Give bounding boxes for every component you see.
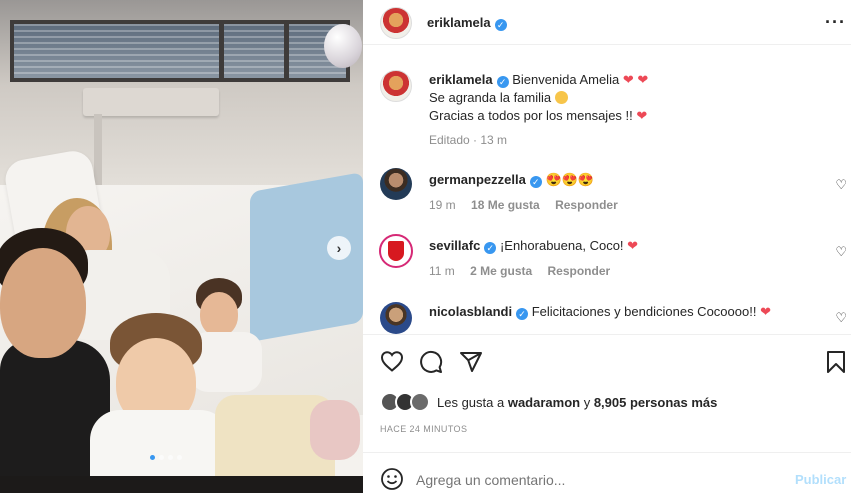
avatar (410, 392, 430, 412)
caption: eriklamela ✓ Bienvenida Amelia ❤ ❤ Se agr… (429, 71, 648, 149)
comment-username[interactable]: sevillafc (429, 238, 480, 253)
more-options-icon[interactable]: ··· (825, 12, 846, 33)
comment-likes[interactable]: 2 Me gusta (470, 264, 532, 278)
emoji-icon[interactable] (380, 467, 404, 491)
caption-meta: Editado · 13 m (429, 133, 508, 147)
like-comment-icon[interactable]: ♡ (835, 244, 847, 260)
caption-line2: Se agranda la familia (429, 90, 552, 105)
like-comment-icon[interactable]: ♡ (835, 310, 847, 326)
comment-input[interactable] (414, 466, 778, 494)
comment-likes[interactable]: 18 Me gusta (471, 198, 540, 212)
caption-avatar[interactable] (380, 70, 412, 102)
comment-username[interactable]: nicolasblandi (429, 304, 512, 319)
grin-emoji (554, 91, 568, 104)
like-icon[interactable] (380, 350, 404, 377)
window-background (10, 20, 350, 82)
share-icon[interactable] (459, 350, 483, 379)
verified-icon: ✓ (516, 308, 529, 320)
author-username[interactable]: eriklamela (427, 15, 491, 30)
post-header: eriklamela ✓ (427, 14, 507, 32)
comment-avatar[interactable] (380, 302, 412, 334)
caption-username[interactable]: eriklamela (429, 72, 493, 87)
like-comment-icon[interactable]: ♡ (835, 177, 847, 193)
liker-avatars[interactable] (380, 392, 432, 412)
comment-avatar[interactable] (379, 234, 413, 268)
comment-time: 11 m (429, 264, 455, 278)
red-heart-emoji: ❤ (636, 108, 648, 123)
bedside-table (83, 88, 219, 116)
comment: nicolasblandi ✓ Felicitaciones y bendicio… (429, 304, 829, 320)
sevilla-crest-icon (388, 241, 404, 261)
red-heart-emoji: ❤ (627, 238, 639, 253)
caption-line3: Gracias a todos por los mensajes !! (429, 108, 633, 123)
comment-text: 😍😍😍 (545, 172, 595, 187)
likes-count[interactable]: 8,905 personas más (594, 395, 718, 410)
reply-button[interactable]: Responder (548, 264, 611, 278)
liker-username[interactable]: wadaramon (508, 395, 580, 410)
boy-face (200, 292, 238, 336)
comment-avatar[interactable] (380, 168, 412, 200)
carousel-dots (150, 455, 182, 460)
comment-text: Felicitaciones y bendiciones Cocoooo!! (531, 304, 757, 319)
comment-username[interactable]: germanpezzella (429, 172, 526, 187)
verified-icon: ✓ (494, 19, 507, 31)
post-image[interactable]: › (0, 0, 363, 493)
author-avatar[interactable] (380, 7, 412, 39)
red-heart-emoji: ❤ (760, 304, 771, 319)
comment: germanpezzella ✓ 😍😍😍 19 m 18 Me gusta Res… (429, 172, 829, 212)
verified-icon: ✓ (484, 242, 497, 254)
publish-button[interactable]: Publicar (795, 472, 846, 487)
post-timestamp: HACE 24 MINUTOS (380, 424, 468, 434)
verified-icon: ✓ (529, 176, 542, 188)
man-face (0, 248, 86, 358)
balloon (324, 24, 362, 68)
reply-button[interactable]: Responder (555, 198, 618, 212)
carousel-next-button[interactable]: › (327, 236, 351, 260)
red-heart-emoji: ❤ ❤ (622, 72, 649, 87)
caption-line1: Bienvenida Amelia (512, 72, 620, 87)
save-icon[interactable] (826, 350, 846, 379)
comment-time: 19 m (429, 198, 456, 212)
comment-text: ¡Enhorabuena, Coco! (499, 238, 624, 253)
verified-icon: ✓ (496, 76, 509, 88)
comment-icon[interactable] (419, 350, 443, 379)
comment: sevillafc ✓ ¡Enhorabuena, Coco! ❤ 11 m 2 … (429, 238, 829, 278)
likes-summary: Les gusta a wadaramon y 8,905 personas m… (437, 395, 718, 410)
